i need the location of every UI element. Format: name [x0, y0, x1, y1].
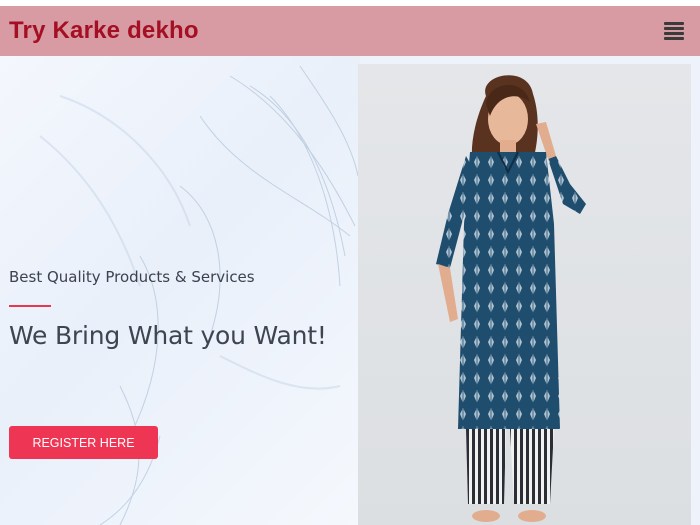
brand-logo[interactable]: Try Karke dekho	[9, 17, 199, 45]
model-wearing-kurta-illustration	[436, 75, 586, 522]
hero-tagline: Best Quality Products & Services	[9, 268, 255, 286]
register-button[interactable]: REGISTER HERE	[9, 426, 158, 459]
hamburger-menu-icon[interactable]	[664, 22, 684, 40]
accent-divider	[9, 305, 51, 307]
hero-content: Best Quality Products & Services We Brin…	[9, 268, 354, 350]
site-header: Try Karke dekho	[0, 6, 700, 56]
product-image	[358, 64, 691, 525]
hero-headline: We Bring What you Want!	[9, 321, 327, 350]
